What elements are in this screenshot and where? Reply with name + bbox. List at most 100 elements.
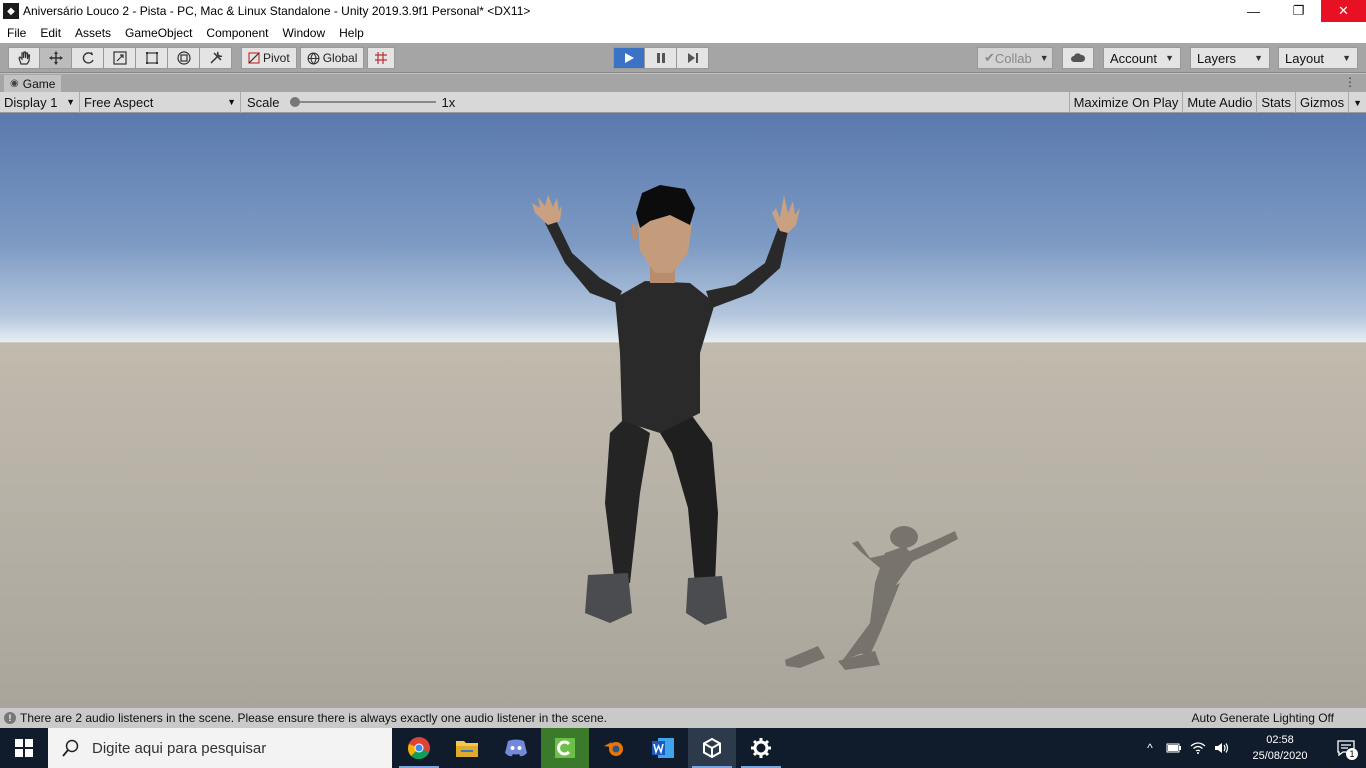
scale-icon xyxy=(112,51,127,65)
folder-icon xyxy=(456,741,478,757)
scale-slider[interactable] xyxy=(289,96,436,108)
chevron-down-icon: ▼ xyxy=(1342,53,1351,63)
scene-render xyxy=(532,185,958,670)
close-button[interactable]: ✕ xyxy=(1321,0,1366,22)
menu-component[interactable]: Component xyxy=(199,26,275,40)
taskbar-search[interactable]: Digite aqui para pesquisar xyxy=(48,728,392,768)
blender-app[interactable] xyxy=(590,728,638,768)
search-placeholder: Digite aqui para pesquisar xyxy=(92,739,267,757)
move-tool-button[interactable] xyxy=(40,47,72,69)
rect-tool-button[interactable] xyxy=(136,47,168,69)
tools-icon xyxy=(209,51,222,64)
game-view-toolbar: Display 1 ▼ Free Aspect ▼ Scale 1x Maxim… xyxy=(0,91,1366,113)
chevron-down-icon: ▼ xyxy=(66,97,75,107)
mute-audio-toggle[interactable]: Mute Audio xyxy=(1182,92,1256,113)
snap-toggle[interactable] xyxy=(367,47,396,69)
global-label: Global xyxy=(322,51,358,65)
layers-label: Layers xyxy=(1197,50,1237,66)
chevron-up-icon[interactable]: ^ xyxy=(1138,728,1162,768)
scale-label: Scale xyxy=(247,94,280,110)
handle-toggles: Pivot Global xyxy=(241,47,396,69)
unity-logo-icon: ◆ xyxy=(3,3,19,19)
layout-label: Layout xyxy=(1285,50,1325,66)
cloud-group xyxy=(1062,47,1094,69)
move-icon xyxy=(48,51,63,65)
window-title: Aniversário Louco 2 - Pista - PC, Mac & … xyxy=(23,4,531,18)
right-toolbar: ✔ Collab ▼ xyxy=(977,47,1053,69)
console-message[interactable]: There are 2 audio listeners in the scene… xyxy=(20,711,607,725)
tab-game[interactable]: ◉ Game xyxy=(4,75,62,92)
scale-control: Scale 1x xyxy=(241,95,461,110)
cloud-icon xyxy=(1071,53,1086,62)
cloud-button[interactable] xyxy=(1062,47,1094,69)
pause-button[interactable] xyxy=(645,47,677,69)
play-button[interactable] xyxy=(613,47,645,69)
restore-button[interactable]: ❐ xyxy=(1276,0,1321,22)
system-tray: ^ 02:58 25/08/2020 1 xyxy=(1138,728,1366,768)
rotate-tool-button[interactable] xyxy=(72,47,104,69)
step-button[interactable] xyxy=(677,47,709,69)
menu-bar: File Edit Assets GameObject Component Wi… xyxy=(0,22,1366,43)
custom-tool-button[interactable] xyxy=(200,47,232,69)
chevron-down-icon: ▼ xyxy=(227,97,236,107)
chevron-down-icon: ▼ xyxy=(1254,53,1263,63)
pivot-toggle[interactable]: Pivot xyxy=(241,47,297,69)
game-view-toggles: Maximize On Play Mute Audio Stats Gizmos… xyxy=(1068,92,1366,113)
gizmos-toggle[interactable]: Gizmos xyxy=(1295,92,1348,113)
rotate-icon xyxy=(82,52,94,64)
globe-icon xyxy=(307,52,320,65)
transform-icon xyxy=(176,51,191,65)
battery-icon[interactable] xyxy=(1162,728,1186,768)
hand-tool-button[interactable] xyxy=(8,47,40,69)
unity-app[interactable] xyxy=(688,728,736,768)
word-icon xyxy=(652,738,674,758)
menu-edit[interactable]: Edit xyxy=(33,26,68,40)
chrome-icon xyxy=(408,737,430,760)
rect-icon xyxy=(145,52,158,64)
volume-icon[interactable] xyxy=(1210,728,1234,768)
game-viewport[interactable] xyxy=(0,113,1366,708)
tab-options-icon[interactable]: ⋮ xyxy=(1344,75,1356,89)
scale-value: 1x xyxy=(441,94,456,110)
slider-thumb[interactable] xyxy=(289,97,300,107)
camtasia-app[interactable] xyxy=(541,728,589,768)
main-toolbar: Pivot Global ✔ Collab ▼ Account ▼ Layers… xyxy=(0,43,1366,73)
settings-app[interactable] xyxy=(737,728,785,768)
play-icon xyxy=(625,53,634,63)
minimize-button[interactable]: — xyxy=(1231,0,1276,22)
menu-assets[interactable]: Assets xyxy=(68,26,118,40)
title-bar: ◆ Aniversário Louco 2 - Pista - PC, Mac … xyxy=(0,0,1366,22)
display-dropdown[interactable]: Display 1 ▼ xyxy=(0,91,80,113)
discord-app[interactable] xyxy=(492,728,540,768)
menu-help[interactable]: Help xyxy=(332,26,371,40)
gear-icon xyxy=(751,738,771,758)
aspect-label: Free Aspect xyxy=(84,94,154,110)
menu-file[interactable]: File xyxy=(0,26,33,40)
chrome-app[interactable] xyxy=(395,728,443,768)
menu-window[interactable]: Window xyxy=(275,26,332,40)
wifi-icon[interactable] xyxy=(1186,728,1210,768)
aspect-dropdown[interactable]: Free Aspect ▼ xyxy=(80,91,241,113)
warning-icon: ! xyxy=(4,712,16,724)
word-app[interactable] xyxy=(639,728,687,768)
transform-tool-button[interactable] xyxy=(168,47,200,69)
layers-dropdown[interactable]: Layers ▼ xyxy=(1190,47,1270,69)
layout-dropdown[interactable]: Layout ▼ xyxy=(1278,47,1358,69)
file-explorer-app[interactable] xyxy=(443,728,491,768)
account-dropdown[interactable]: Account ▼ xyxy=(1103,47,1181,69)
lighting-status[interactable]: Auto Generate Lighting Off xyxy=(1191,711,1334,725)
gizmos-dropdown-icon[interactable]: ▼ xyxy=(1348,92,1366,113)
notifications-button[interactable]: 1 xyxy=(1326,728,1366,768)
grid-snap-icon xyxy=(375,52,388,64)
system-clock[interactable]: 02:58 25/08/2020 xyxy=(1234,732,1326,764)
maximize-on-play-toggle[interactable]: Maximize On Play xyxy=(1068,92,1183,113)
windows-taskbar: Digite aqui para pesquisar ^ 02:58 25/08… xyxy=(0,728,1366,768)
pivot-icon xyxy=(248,52,260,64)
start-button[interactable] xyxy=(0,728,48,768)
menu-gameobject[interactable]: GameObject xyxy=(118,26,199,40)
stats-toggle[interactable]: Stats xyxy=(1256,92,1295,113)
collab-dropdown[interactable]: ✔ Collab ▼ xyxy=(977,47,1053,69)
pause-icon xyxy=(656,53,665,63)
scale-tool-button[interactable] xyxy=(104,47,136,69)
global-toggle[interactable]: Global xyxy=(299,47,365,69)
